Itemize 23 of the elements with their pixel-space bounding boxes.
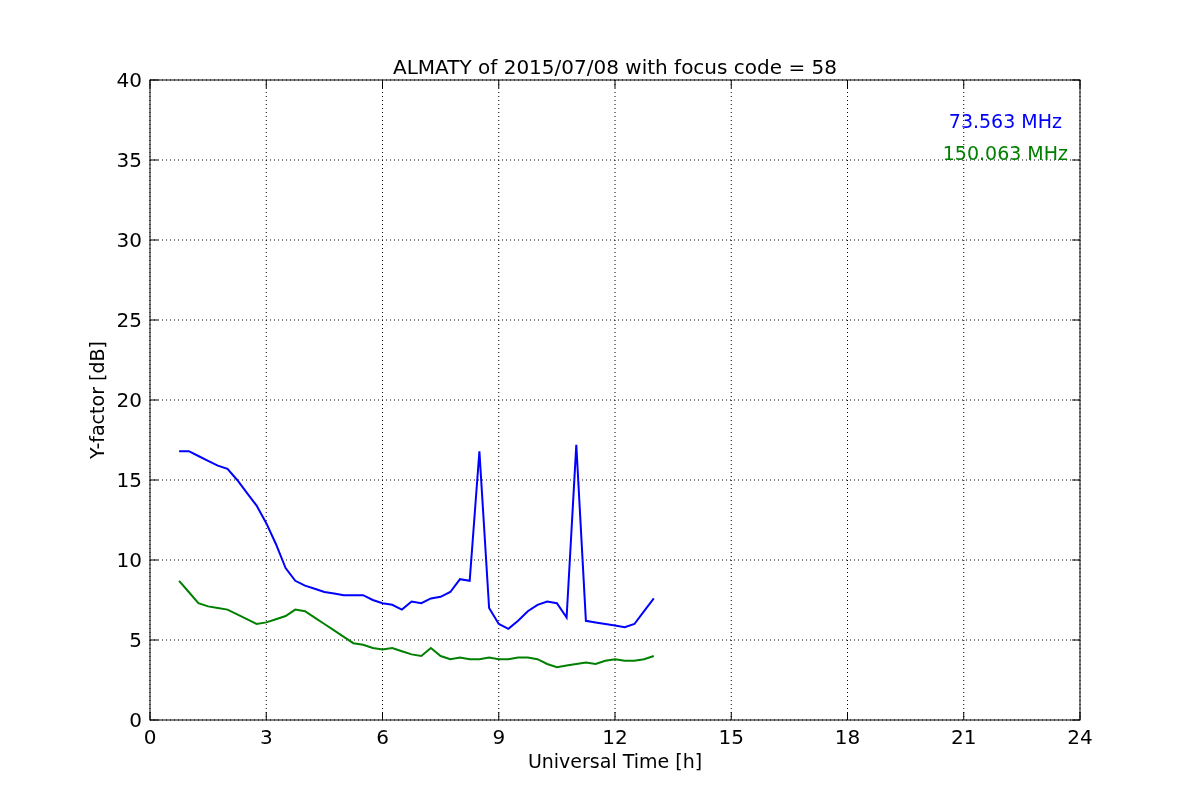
y-tick-label: 25: [116, 308, 142, 332]
y-tick-label: 5: [129, 628, 142, 652]
y-tick-label: 20: [116, 388, 142, 412]
y-tick-label: 30: [116, 228, 142, 252]
x-tick-label: 9: [492, 725, 506, 749]
x-tick-label: 18: [834, 725, 861, 749]
x-tick-label: 6: [376, 725, 389, 749]
y-tick-label: 35: [116, 148, 142, 172]
legend-label: 150.063 MHz: [942, 142, 1068, 164]
x-tick-label: 0: [143, 725, 157, 749]
x-tick-label: 21: [951, 725, 977, 749]
y-tick-label: 15: [116, 468, 142, 492]
x-tick-label: 3: [259, 725, 273, 749]
legend-label: 73.563 MHz: [948, 110, 1062, 132]
x-tick-label: 24: [1067, 725, 1093, 749]
chart-title: ALMATY of 2015/07/08 with focus code = 58: [393, 55, 837, 79]
y-tick-label: 40: [116, 68, 142, 92]
y-tick-label: 10: [116, 548, 142, 572]
x-tick-label: 15: [718, 725, 744, 749]
y-tick-label: 0: [129, 708, 142, 732]
y-axis-label: Y-factor [dB]: [86, 341, 108, 459]
x-tick-label: 12: [602, 725, 628, 749]
x-axis-label: Universal Time [h]: [527, 750, 703, 772]
